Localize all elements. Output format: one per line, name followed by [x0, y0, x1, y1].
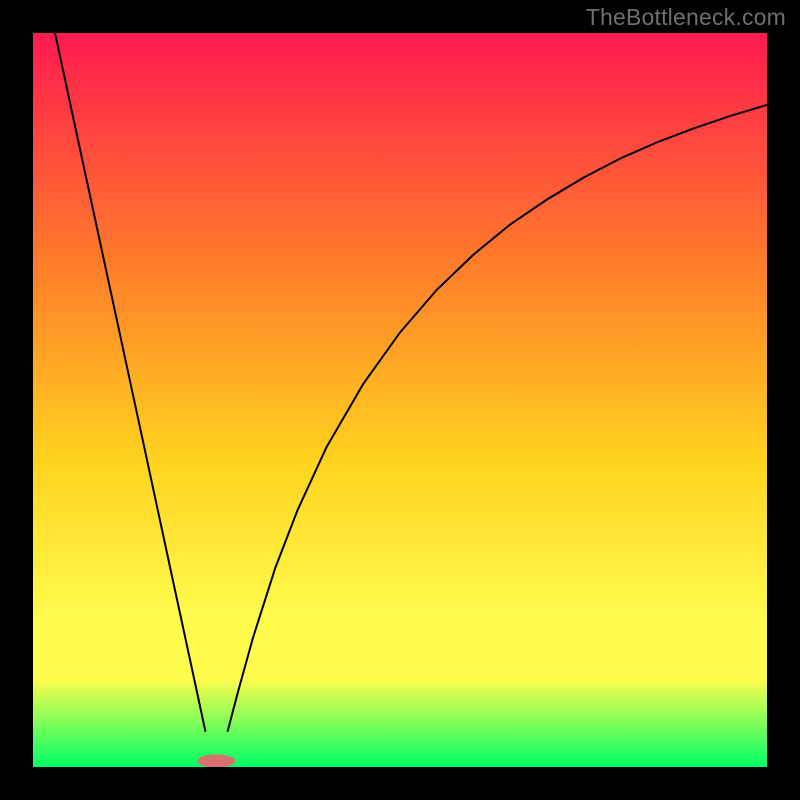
chart-frame: TheBottleneck.com	[0, 0, 800, 800]
watermark-text: TheBottleneck.com	[586, 4, 786, 31]
minimum-marker	[198, 755, 235, 767]
plot-area	[33, 33, 767, 767]
chart-svg	[33, 33, 767, 767]
